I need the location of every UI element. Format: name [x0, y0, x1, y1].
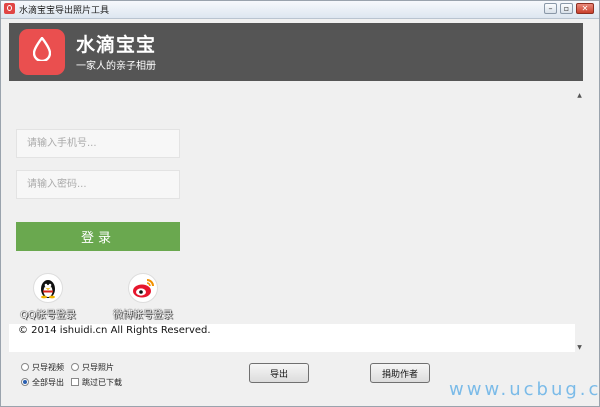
phone-input[interactable]	[17, 130, 179, 157]
copyright-text: © 2014 ishuidi.cn All Rights Reserved.	[18, 325, 211, 336]
close-icon[interactable]: ✕	[576, 3, 594, 14]
app-header: 水滴宝宝 一家人的亲子相册	[9, 23, 583, 81]
radio-video-only-label[interactable]: 只导视频	[32, 362, 64, 373]
water-drop-logo	[19, 29, 65, 75]
weibo-icon[interactable]	[128, 273, 158, 303]
radio-photo-only[interactable]	[71, 363, 79, 371]
scroll-down-icon[interactable]: ▼	[575, 343, 584, 352]
title-bar[interactable]: 水滴宝宝导出照片工具 – ▫ ✕	[1, 1, 599, 19]
radio-photo-only-label[interactable]: 只导照片	[82, 362, 114, 373]
app-name: 水滴宝宝	[76, 34, 157, 56]
scroll-up-icon[interactable]: ▲	[575, 91, 584, 100]
minimize-icon[interactable]: –	[544, 3, 557, 14]
skip-downloaded-checkbox[interactable]	[71, 378, 79, 386]
password-field[interactable]	[16, 170, 180, 199]
radio-export-all[interactable]	[21, 378, 29, 386]
app-tagline: 一家人的亲子相册	[76, 61, 156, 72]
radio-video-only[interactable]	[21, 363, 29, 371]
export-button[interactable]: 导出	[249, 363, 309, 383]
password-input[interactable]	[17, 171, 179, 198]
watermark-text: www.ucbug.cc	[449, 379, 600, 400]
app-icon	[4, 3, 15, 14]
donate-button[interactable]: 捐助作者	[370, 363, 430, 383]
weibo-login[interactable]: 微博帐号登录	[113, 273, 173, 323]
radio-export-all-label[interactable]: 全部导出	[32, 377, 64, 388]
window-title: 水滴宝宝导出照片工具	[19, 6, 110, 16]
qq-login[interactable]: QQ帐号登录	[18, 273, 78, 323]
login-button[interactable]: 登录	[16, 222, 180, 251]
weibo-login-label[interactable]: 微博帐号登录	[113, 306, 173, 321]
skip-downloaded-label[interactable]: 跳过已下载	[82, 377, 122, 388]
drop-icon	[33, 37, 51, 61]
qq-penguin-icon[interactable]	[33, 273, 63, 303]
phone-field[interactable]	[16, 129, 180, 158]
vertical-scrollbar[interactable]: ▲ ▼	[575, 91, 584, 352]
app-window: 水滴宝宝导出照片工具 – ▫ ✕ 水滴宝宝 一家人的亲子相册 登录	[0, 0, 600, 407]
restore-icon[interactable]: ▫	[560, 3, 573, 14]
qq-login-label[interactable]: QQ帐号登录	[18, 306, 78, 321]
